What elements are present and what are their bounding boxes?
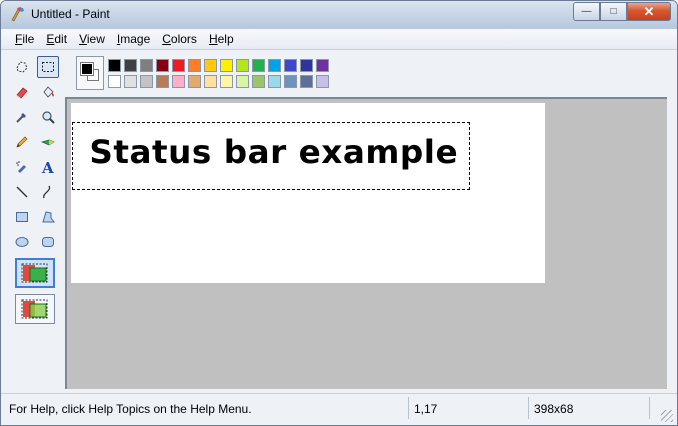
free-form-select-icon	[16, 61, 28, 73]
color-swatch[interactable]	[316, 59, 329, 72]
menu-file[interactable]: File	[9, 29, 40, 49]
rounded-rectangle-tool[interactable]	[37, 231, 59, 253]
color-swatch[interactable]	[204, 75, 217, 88]
status-selection-size: 398x68	[534, 402, 574, 416]
paint-window: Untitled - Paint — □ ✕ File Edit View Im…	[0, 0, 678, 426]
color-swatch[interactable]	[252, 75, 265, 88]
rounded-rectangle-icon	[42, 237, 54, 247]
brush-icon	[40, 139, 55, 146]
paint-app-icon	[9, 6, 25, 22]
color-swatch[interactable]	[124, 59, 137, 72]
color-swatch[interactable]	[140, 75, 153, 88]
current-colors[interactable]	[76, 56, 104, 90]
color-swatch[interactable]	[236, 75, 249, 88]
color-swatch[interactable]	[284, 59, 297, 72]
polygon-tool[interactable]	[37, 206, 59, 228]
curve-icon	[43, 185, 51, 199]
line-icon	[16, 186, 28, 198]
color-swatch[interactable]	[316, 75, 329, 88]
color-swatch[interactable]	[284, 75, 297, 88]
menu-help[interactable]: Help	[203, 29, 240, 49]
resize-grip[interactable]	[661, 410, 673, 422]
free-form-select-tool[interactable]	[11, 56, 33, 78]
canvas-area[interactable]: Status bar example	[65, 97, 667, 389]
rectangle-select-icon	[42, 62, 54, 72]
line-tool[interactable]	[11, 181, 33, 203]
window-title: Untitled - Paint	[31, 7, 110, 21]
color-swatch[interactable]	[188, 75, 201, 88]
status-help-text: For Help, click Help Topics on the Help …	[9, 402, 252, 416]
color-swatch[interactable]	[300, 75, 313, 88]
title-bar[interactable]: Untitled - Paint — □ ✕	[1, 1, 677, 29]
status-bar: For Help, click Help Topics on the Help …	[1, 393, 677, 425]
color-swatch[interactable]	[204, 59, 217, 72]
menu-colors[interactable]: Colors	[156, 29, 203, 49]
status-separator	[528, 397, 529, 419]
transparent-selection-icon	[21, 299, 48, 319]
color-swatch[interactable]	[172, 59, 185, 72]
color-swatch[interactable]	[124, 75, 137, 88]
color-swatch[interactable]	[140, 59, 153, 72]
menu-bar: File Edit View Image Colors Help	[1, 29, 677, 50]
eyedropper-icon	[16, 113, 26, 123]
color-swatch[interactable]	[220, 75, 233, 88]
curve-tool[interactable]	[37, 181, 59, 203]
fill-with-color-tool[interactable]	[37, 81, 59, 103]
menu-image[interactable]: Image	[111, 29, 156, 49]
status-separator	[408, 397, 409, 419]
color-swatch[interactable]	[268, 59, 281, 72]
color-swatch[interactable]	[268, 75, 281, 88]
selection-options	[15, 258, 57, 326]
select-tool[interactable]	[37, 56, 59, 78]
color-swatch[interactable]	[156, 59, 169, 72]
polygon-icon	[42, 211, 55, 223]
color-swatch[interactable]	[300, 59, 313, 72]
opaque-selection-icon	[21, 263, 48, 283]
color-swatch[interactable]	[252, 59, 265, 72]
svg-text:A: A	[41, 159, 54, 175]
drawing-canvas[interactable]: Status bar example	[71, 103, 545, 283]
pencil-tool[interactable]	[11, 131, 33, 153]
color-swatch[interactable]	[108, 75, 121, 88]
magnifier-tool[interactable]	[37, 106, 59, 128]
eraser-tool[interactable]	[11, 81, 33, 103]
text-tool[interactable]: A	[37, 156, 59, 178]
eraser-icon	[16, 87, 28, 99]
ellipse-tool[interactable]	[11, 231, 33, 253]
color-swatch[interactable]	[188, 59, 201, 72]
brush-tool[interactable]	[37, 131, 59, 153]
toolbox: A	[7, 53, 62, 389]
status-coordinates: 1,17	[414, 402, 438, 416]
rectangle-icon	[16, 212, 28, 222]
pick-color-tool[interactable]	[11, 106, 33, 128]
scroll-edge	[667, 97, 677, 389]
paint-bucket-icon	[43, 86, 54, 98]
window-controls: — □ ✕	[573, 2, 671, 21]
minimize-button[interactable]: —	[573, 2, 600, 21]
transparent-selection-option[interactable]	[15, 294, 55, 324]
menu-edit[interactable]: Edit	[40, 29, 73, 49]
foreground-color	[80, 62, 94, 76]
text-a-icon: A	[41, 159, 54, 175]
rectangle-tool[interactable]	[11, 206, 33, 228]
ellipse-icon	[15, 237, 29, 247]
color-swatch[interactable]	[236, 59, 249, 72]
close-button[interactable]: ✕	[627, 2, 671, 21]
airbrush-icon	[16, 161, 26, 173]
color-swatch[interactable]	[172, 75, 185, 88]
canvas-text: Status bar example	[89, 133, 459, 171]
color-swatch[interactable]	[156, 75, 169, 88]
magnifier-icon	[42, 111, 55, 124]
status-separator	[649, 397, 650, 419]
menu-view[interactable]: View	[73, 29, 111, 49]
opaque-selection-option[interactable]	[15, 258, 55, 288]
maximize-button[interactable]: □	[600, 2, 627, 21]
selection-rectangle[interactable]: Status bar example	[72, 122, 470, 190]
pencil-icon	[16, 136, 28, 148]
color-swatch[interactable]	[220, 59, 233, 72]
color-swatch[interactable]	[108, 59, 121, 72]
airbrush-tool[interactable]	[11, 156, 33, 178]
